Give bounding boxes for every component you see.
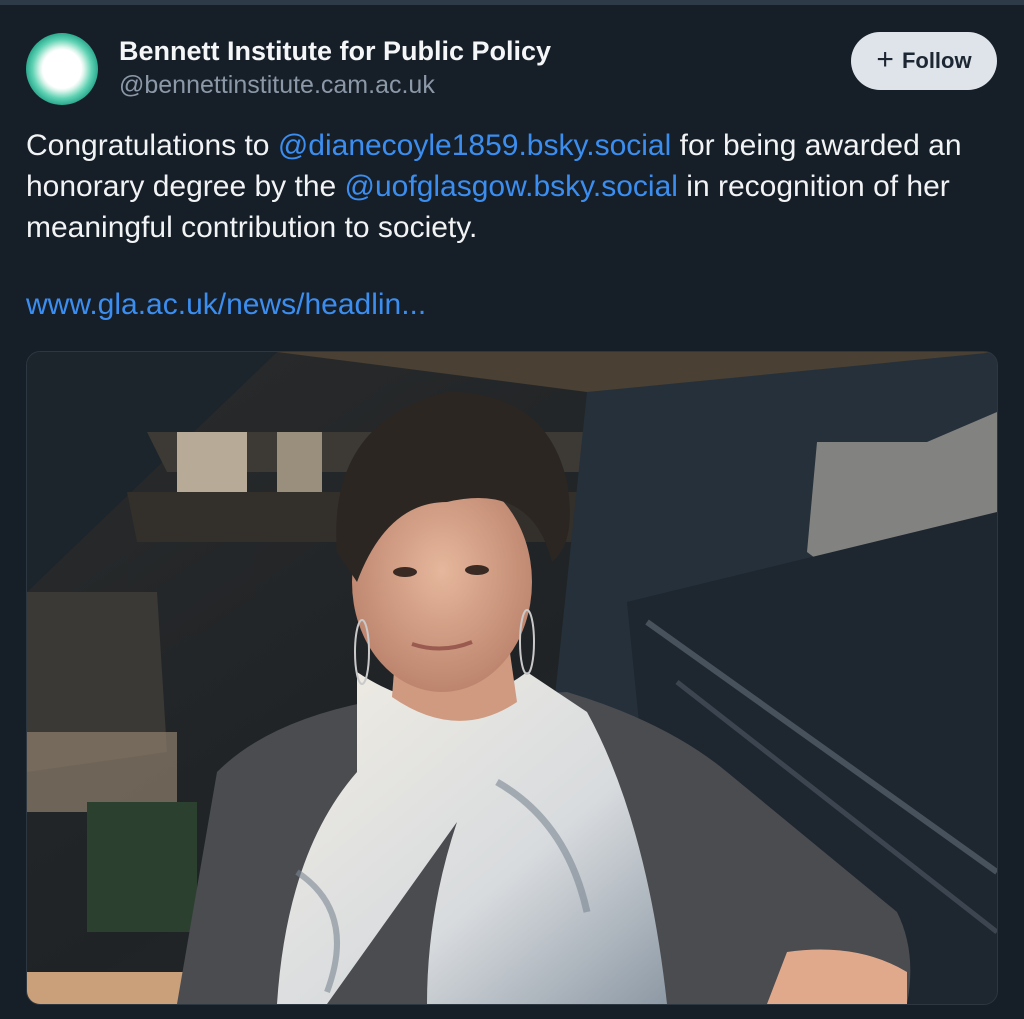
plus-icon: + — [876, 42, 894, 76]
external-link[interactable]: www.gla.ac.uk/news/headlin... — [26, 288, 426, 322]
portrait-photo — [27, 352, 997, 1004]
follow-label: Follow — [901, 48, 972, 73]
author-avatar[interactable] — [26, 33, 98, 105]
mention-uofglasgow[interactable]: @uofglasgow.bsky.social — [345, 170, 678, 203]
post-text: Congratulations to @dianecoyle1859.bsky.… — [26, 125, 986, 248]
mention-diane-coyle[interactable]: @dianecoyle1859.bsky.social — [278, 129, 671, 162]
author-handle[interactable]: @bennettinstitute.cam.ac.uk — [119, 71, 435, 100]
author-display-name[interactable]: Bennett Institute for Public Policy — [119, 36, 551, 67]
post-text-part: Congratulations to — [26, 129, 278, 162]
post-image[interactable] — [26, 351, 998, 1005]
follow-button[interactable]: + Follow — [851, 32, 997, 90]
top-divider — [0, 0, 1024, 5]
